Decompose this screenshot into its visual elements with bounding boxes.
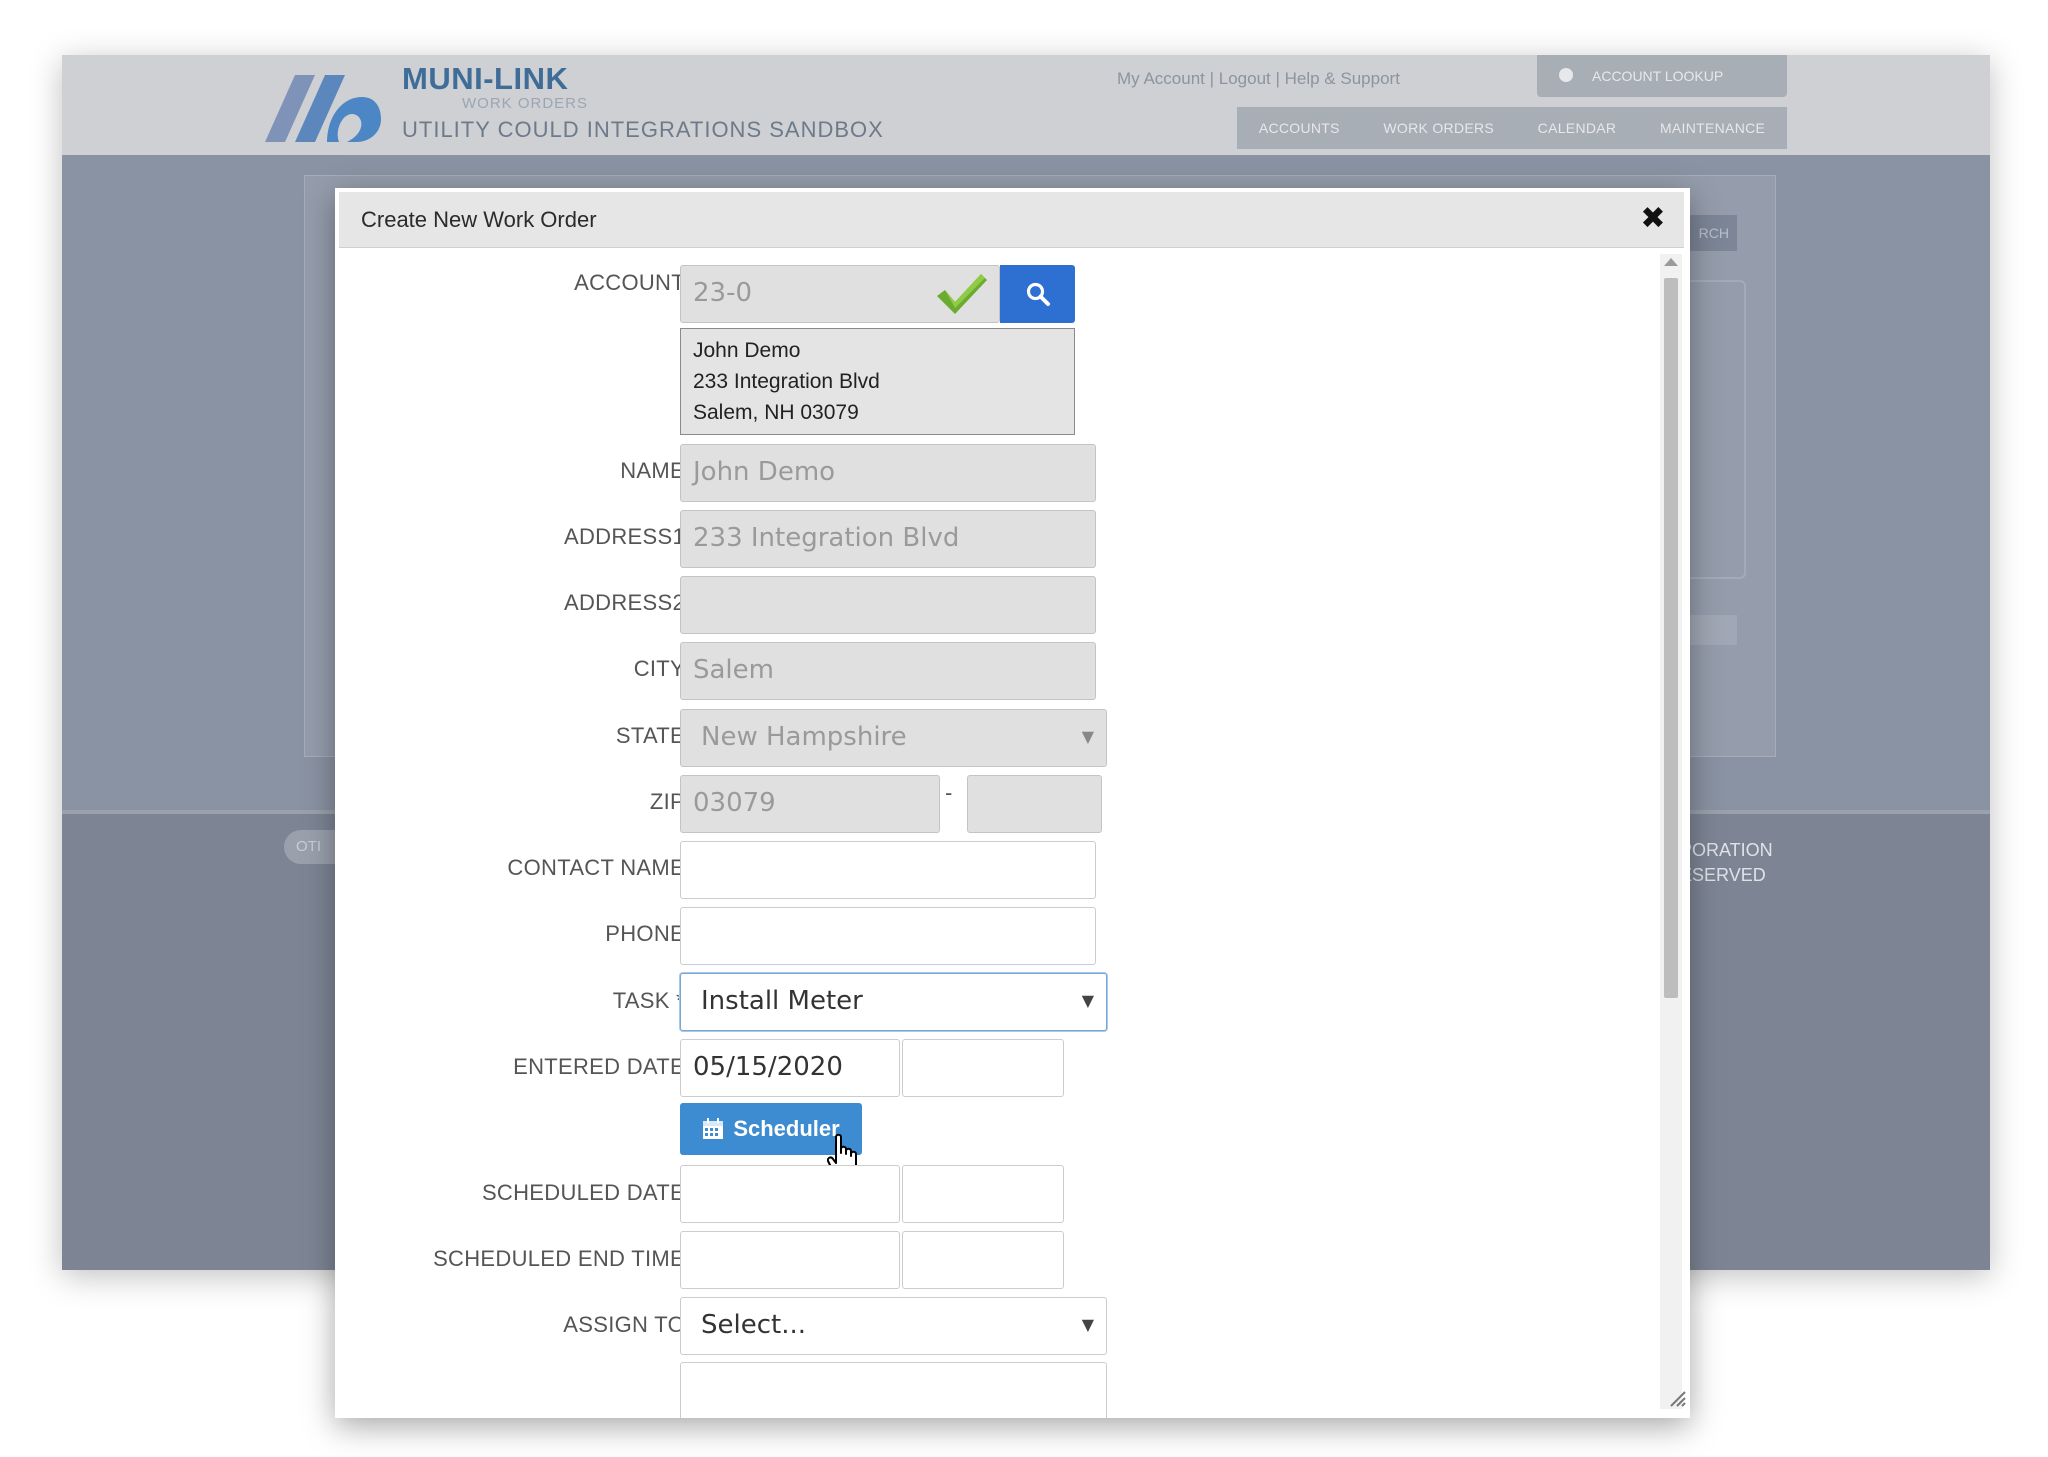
scroll-thumb[interactable] — [1664, 278, 1678, 998]
chevron-down-icon: ▼ — [1081, 991, 1094, 1010]
notes-textarea[interactable] — [680, 1362, 1107, 1418]
entered-time-input[interactable] — [902, 1039, 1064, 1097]
task-select[interactable]: Install Meter ▼ — [680, 973, 1107, 1031]
link-separator: | — [1204, 69, 1219, 88]
check-icon — [937, 274, 987, 314]
scheduled-time-input[interactable] — [902, 1165, 1064, 1223]
state-select[interactable]: New Hampshire ▼ — [680, 709, 1107, 767]
account-info-box: John Demo 233 Integration Blvd Salem, NH… — [680, 328, 1075, 435]
account-info-line: 233 Integration Blvd — [693, 370, 880, 393]
modal-scrollbar[interactable] — [1660, 254, 1682, 1409]
sandbox-title: UTILITY COULD INTEGRATIONS SANDBOX — [402, 117, 884, 142]
account-label: ACCOUNT — [574, 270, 685, 295]
scheduled-date-label: SCHEDULED DATE — [481, 1180, 685, 1205]
zip-input[interactable]: 03079 — [680, 775, 940, 833]
nav-work-orders[interactable]: WORK ORDERS — [1383, 120, 1494, 136]
account-lookup-label: ACCOUNT LOOKUP — [1592, 68, 1724, 84]
footer-copyright-line: ESERVED — [1680, 865, 1766, 885]
address2-input[interactable] — [680, 576, 1096, 634]
main-nav: ACCOUNTS WORK ORDERS CALENDAR MAINTENANC… — [1237, 107, 1787, 149]
resize-grip-icon[interactable] — [1667, 1388, 1687, 1408]
scheduled-end-time-label: SCHEDULED END TIME — [433, 1246, 685, 1271]
zip-extension-input[interactable] — [967, 775, 1102, 833]
modal-header: Create New Work Order ✖ — [339, 192, 1684, 248]
account-search-button[interactable] — [1000, 265, 1075, 323]
nav-maintenance[interactable]: MAINTENANCE — [1660, 120, 1765, 136]
account-info-line: John Demo — [693, 339, 801, 362]
scheduled-end-time-input[interactable] — [902, 1231, 1064, 1289]
account-info-line: Salem, NH 03079 — [693, 401, 859, 424]
phone-input[interactable] — [680, 907, 1096, 965]
help-support-link[interactable]: Help & Support — [1285, 69, 1400, 88]
lookup-icon — [1559, 68, 1573, 82]
calendar-icon — [703, 1118, 724, 1139]
logout-link[interactable]: Logout — [1219, 69, 1271, 88]
muni-link-logo-icon — [265, 75, 381, 142]
account-value: 23-0 — [693, 278, 753, 308]
my-account-link[interactable]: My Account — [1117, 69, 1205, 88]
close-icon[interactable]: ✖ — [1636, 202, 1670, 236]
contact-name-input[interactable] — [680, 841, 1096, 899]
task-label: TASK * — [612, 988, 685, 1013]
nav-calendar[interactable]: CALENDAR — [1538, 120, 1617, 136]
account-lookup-button[interactable]: ACCOUNT LOOKUP — [1537, 55, 1787, 97]
address1-label: ADDRESS1 — [564, 524, 685, 549]
scheduler-label: Scheduler — [733, 1116, 840, 1141]
brand-name: MUNI-LINK — [402, 61, 569, 96]
top-links: My Account | Logout | Help & Support — [1117, 69, 1400, 89]
footer-copyright: PORATION ESERVED — [1680, 838, 1773, 888]
zip-separator: - — [945, 780, 953, 805]
link-separator: | — [1270, 69, 1285, 88]
chevron-down-icon: ▼ — [1081, 727, 1094, 746]
create-work-order-modal: Create New Work Order ✖ ACCOUNT 23-0 Joh… — [335, 188, 1690, 1418]
assign-to-label: ASSIGN TO — [563, 1312, 685, 1337]
state-label: STATE — [615, 723, 685, 748]
scroll-up-arrow-icon[interactable] — [1664, 258, 1678, 266]
brand-subtitle: WORK ORDERS — [462, 95, 589, 112]
city-input[interactable]: Salem — [680, 642, 1096, 700]
assign-to-select[interactable]: Select... ▼ — [680, 1297, 1107, 1355]
address2-label: ADDRESS2 — [564, 590, 685, 615]
phone-label: PHONE — [605, 921, 685, 946]
city-label: CITY — [633, 656, 685, 681]
name-input[interactable]: John Demo — [680, 444, 1096, 502]
search-icon — [1026, 282, 1050, 306]
account-input[interactable]: 23-0 — [680, 265, 1000, 323]
name-label: NAME — [620, 458, 685, 483]
scheduled-date-input[interactable] — [680, 1165, 900, 1223]
address1-input[interactable]: 233 Integration Blvd — [680, 510, 1096, 568]
assign-to-value: Select... — [701, 1310, 807, 1340]
chevron-down-icon: ▼ — [1081, 1315, 1094, 1334]
scheduled-end-date-input[interactable] — [680, 1231, 900, 1289]
nav-accounts[interactable]: ACCOUNTS — [1259, 120, 1340, 136]
entered-date-input[interactable]: 05/15/2020 — [680, 1039, 900, 1097]
contact-name-label: CONTACT NAME — [507, 855, 685, 880]
app-header: MUNI-LINK WORK ORDERS UTILITY COULD INTE… — [62, 55, 1990, 155]
modal-title: Create New Work Order — [361, 207, 597, 232]
entered-date-label: ENTERED DATE — [513, 1054, 685, 1079]
state-value: New Hampshire — [701, 722, 907, 752]
footer-copyright-line: PORATION — [1680, 840, 1773, 860]
task-value: Install Meter — [701, 986, 863, 1016]
